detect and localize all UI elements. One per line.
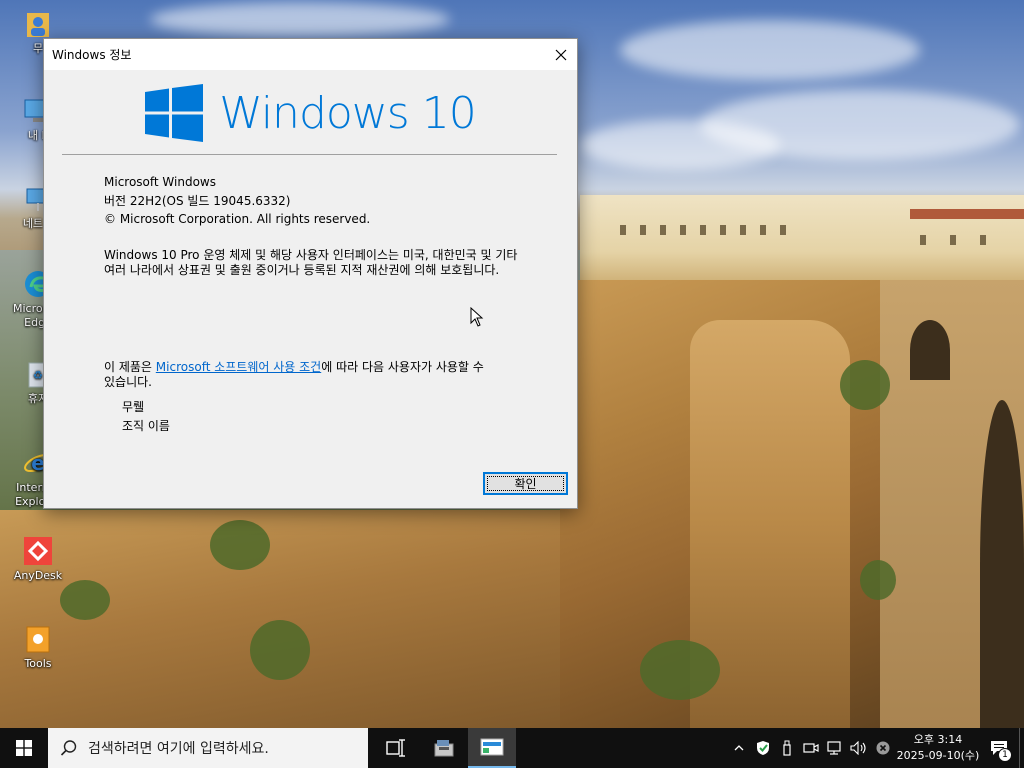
network-wired-icon xyxy=(827,741,841,755)
dialog-titlebar[interactable]: Windows 정보 xyxy=(44,39,577,70)
taskbar-clock[interactable]: 오후 3:14 2025-09-10(수) xyxy=(895,732,981,764)
focus-rectangle xyxy=(487,476,564,491)
window xyxy=(920,235,926,245)
action-center-button[interactable]: 1 xyxy=(981,728,1017,768)
windows-start-icon xyxy=(16,740,32,756)
desktop-icon-label: AnyDesk xyxy=(13,569,63,582)
user-folder-icon xyxy=(22,8,54,40)
windows-flag-icon xyxy=(145,84,204,142)
trademark-description: Windows 10 Pro 운영 체제 및 해당 사용자 인터페이스는 미국,… xyxy=(104,248,518,277)
town-buildings xyxy=(580,195,1024,290)
tray-volume[interactable] xyxy=(847,728,871,768)
windows-brand-text: Windows 10 xyxy=(219,87,476,139)
ok-button[interactable]: 확인 xyxy=(483,472,568,495)
clock-time: 오후 3:14 xyxy=(913,733,963,746)
copyright-text: © Microsoft Corporation. All rights rese… xyxy=(104,212,371,226)
taskbar: 검색하려면 여기에 입력하세요. 오후 3:14 2025-09-10(수) 1 xyxy=(0,728,1024,768)
about-window-icon xyxy=(480,738,504,756)
windows-banner: Windows 10 xyxy=(44,70,577,156)
window xyxy=(950,235,956,245)
dialog-title: Windows 정보 xyxy=(52,48,132,62)
cloud xyxy=(620,20,920,80)
speaker-icon xyxy=(850,741,866,755)
bush xyxy=(60,580,110,620)
desktop-icon-tools[interactable]: Tools xyxy=(6,623,70,671)
windows-logo: Windows 10 xyxy=(145,84,477,142)
cloud xyxy=(580,120,780,170)
shield-icon xyxy=(757,741,769,755)
license-prefix: 이 제품은 xyxy=(104,360,156,374)
licensed-organization: 조직 이름 xyxy=(122,419,170,433)
chevron-up-icon xyxy=(734,745,744,751)
search-icon xyxy=(60,740,77,756)
usb-drive-icon xyxy=(783,740,791,756)
window xyxy=(740,225,746,235)
about-windows-dialog: Windows 정보 Windows 10 Microsoft Windows … xyxy=(43,38,578,509)
search-placeholder: 검색하려면 여기에 입력하세요. xyxy=(88,741,269,757)
show-desktop-button[interactable] xyxy=(1019,728,1024,768)
app-window-icon xyxy=(434,740,454,757)
close-button[interactable] xyxy=(545,39,577,70)
taskbar-app-winver[interactable] xyxy=(468,728,516,768)
taskbar-app-explorer[interactable] xyxy=(420,728,468,768)
window xyxy=(620,225,626,235)
window xyxy=(640,225,646,235)
license-text: 이 제품은 Microsoft 소프트웨어 사용 조건에 따라 다음 사용자가 … xyxy=(104,360,484,390)
bridge-arch xyxy=(980,400,1024,728)
desktop-icon-anydesk[interactable]: AnyDesk xyxy=(6,535,70,583)
product-name: Microsoft Windows xyxy=(104,175,216,189)
bush xyxy=(210,520,270,570)
clock-date: 2025-09-10(수) xyxy=(896,749,980,762)
window xyxy=(660,225,666,235)
licensed-user: 무뤨 xyxy=(122,400,145,414)
task-view-icon xyxy=(386,739,405,757)
cloud xyxy=(150,2,450,37)
bush xyxy=(860,560,896,600)
window xyxy=(760,225,766,235)
bush xyxy=(640,640,720,700)
tray-security[interactable] xyxy=(751,728,775,768)
anydesk-icon xyxy=(22,535,54,567)
window xyxy=(780,225,786,235)
notification-badge: 1 xyxy=(998,748,1012,762)
taskbar-search-box[interactable]: 검색하려면 여기에 입력하세요. xyxy=(48,728,368,768)
roof xyxy=(910,209,1024,219)
mouse-cursor-icon xyxy=(470,307,484,327)
tray-meet-now[interactable] xyxy=(799,728,823,768)
version-text: 버전 22H2(OS 빌드 19045.6332) xyxy=(104,193,291,208)
system-tray: 오후 3:14 2025-09-10(수) 1 xyxy=(727,728,1024,768)
camera-icon xyxy=(803,743,819,753)
version-info: Microsoft Windows 버전 22H2(OS 빌드 19045.63… xyxy=(104,173,370,229)
window xyxy=(700,225,706,235)
start-button[interactable] xyxy=(0,728,48,768)
tray-network[interactable] xyxy=(823,728,847,768)
tools-folder-icon xyxy=(22,623,54,655)
close-icon xyxy=(555,49,567,60)
window xyxy=(980,235,986,245)
tray-usb[interactable] xyxy=(775,728,799,768)
desktop-icon-label: Tools xyxy=(24,657,52,670)
bridge-arch xyxy=(910,320,950,380)
bridge xyxy=(880,280,1024,728)
license-terms-link[interactable]: Microsoft 소프트웨어 사용 조건 xyxy=(156,360,321,374)
window xyxy=(720,225,726,235)
tray-status[interactable] xyxy=(871,728,895,768)
show-hidden-icons-button[interactable] xyxy=(727,728,751,768)
window xyxy=(680,225,686,235)
bush xyxy=(840,360,890,410)
divider xyxy=(62,154,557,155)
x-circle-icon xyxy=(876,741,890,755)
bush xyxy=(250,620,310,680)
svg-text:♻: ♻ xyxy=(33,369,43,382)
task-view-button[interactable] xyxy=(372,728,420,768)
